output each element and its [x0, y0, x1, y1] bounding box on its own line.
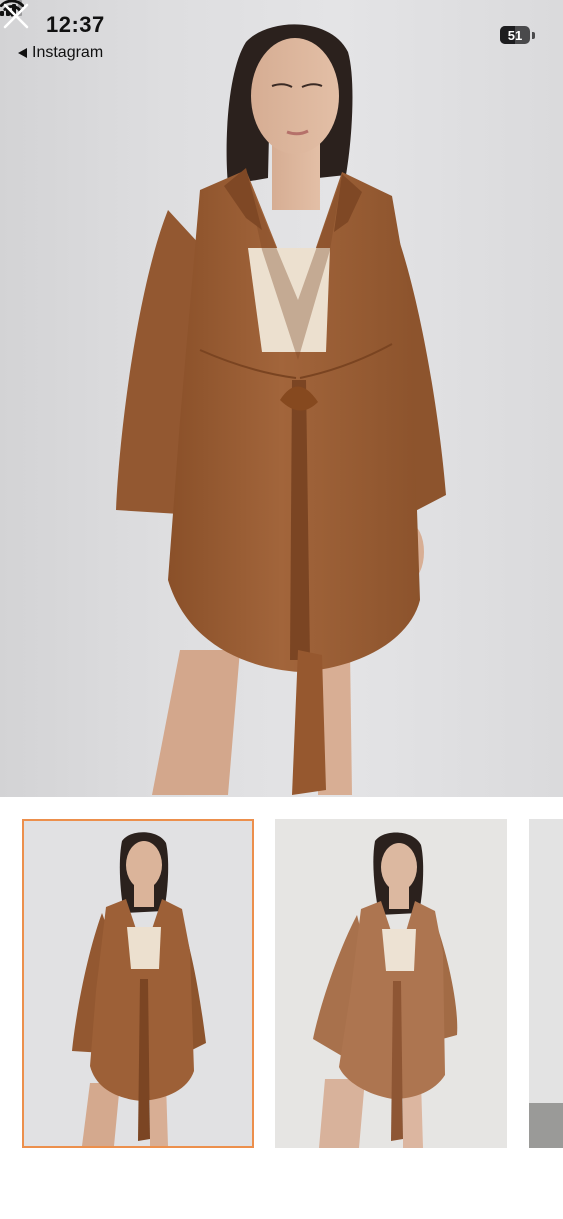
main-product-image: 12:37 Instagram 51	[0, 0, 563, 797]
battery-tip	[532, 32, 535, 39]
status-time: 12:37	[46, 12, 105, 37]
product-image-viewer: 12:37 Instagram 51	[0, 0, 563, 1219]
thumbnail-3-partial[interactable]	[529, 819, 563, 1148]
back-to-instagram-button[interactable]: Instagram	[18, 44, 103, 62]
thumbnail-1-image	[24, 821, 252, 1146]
thumbnail-1-selected[interactable]	[22, 819, 254, 1148]
model-photo	[116, 24, 446, 795]
close-icon[interactable]	[0, 0, 32, 32]
status-bar: 12:37 Instagram 51	[0, 0, 563, 70]
thumbnail-strip[interactable]	[0, 797, 563, 1219]
back-app-label: Instagram	[32, 44, 104, 61]
thumbnail-2-image	[275, 819, 507, 1148]
battery-level: 51	[507, 27, 523, 43]
thumbnail-3-image	[529, 819, 563, 1148]
back-arrow-icon	[18, 48, 27, 58]
battery-icon: 51	[500, 26, 530, 44]
thumbnail-2[interactable]	[275, 819, 507, 1148]
